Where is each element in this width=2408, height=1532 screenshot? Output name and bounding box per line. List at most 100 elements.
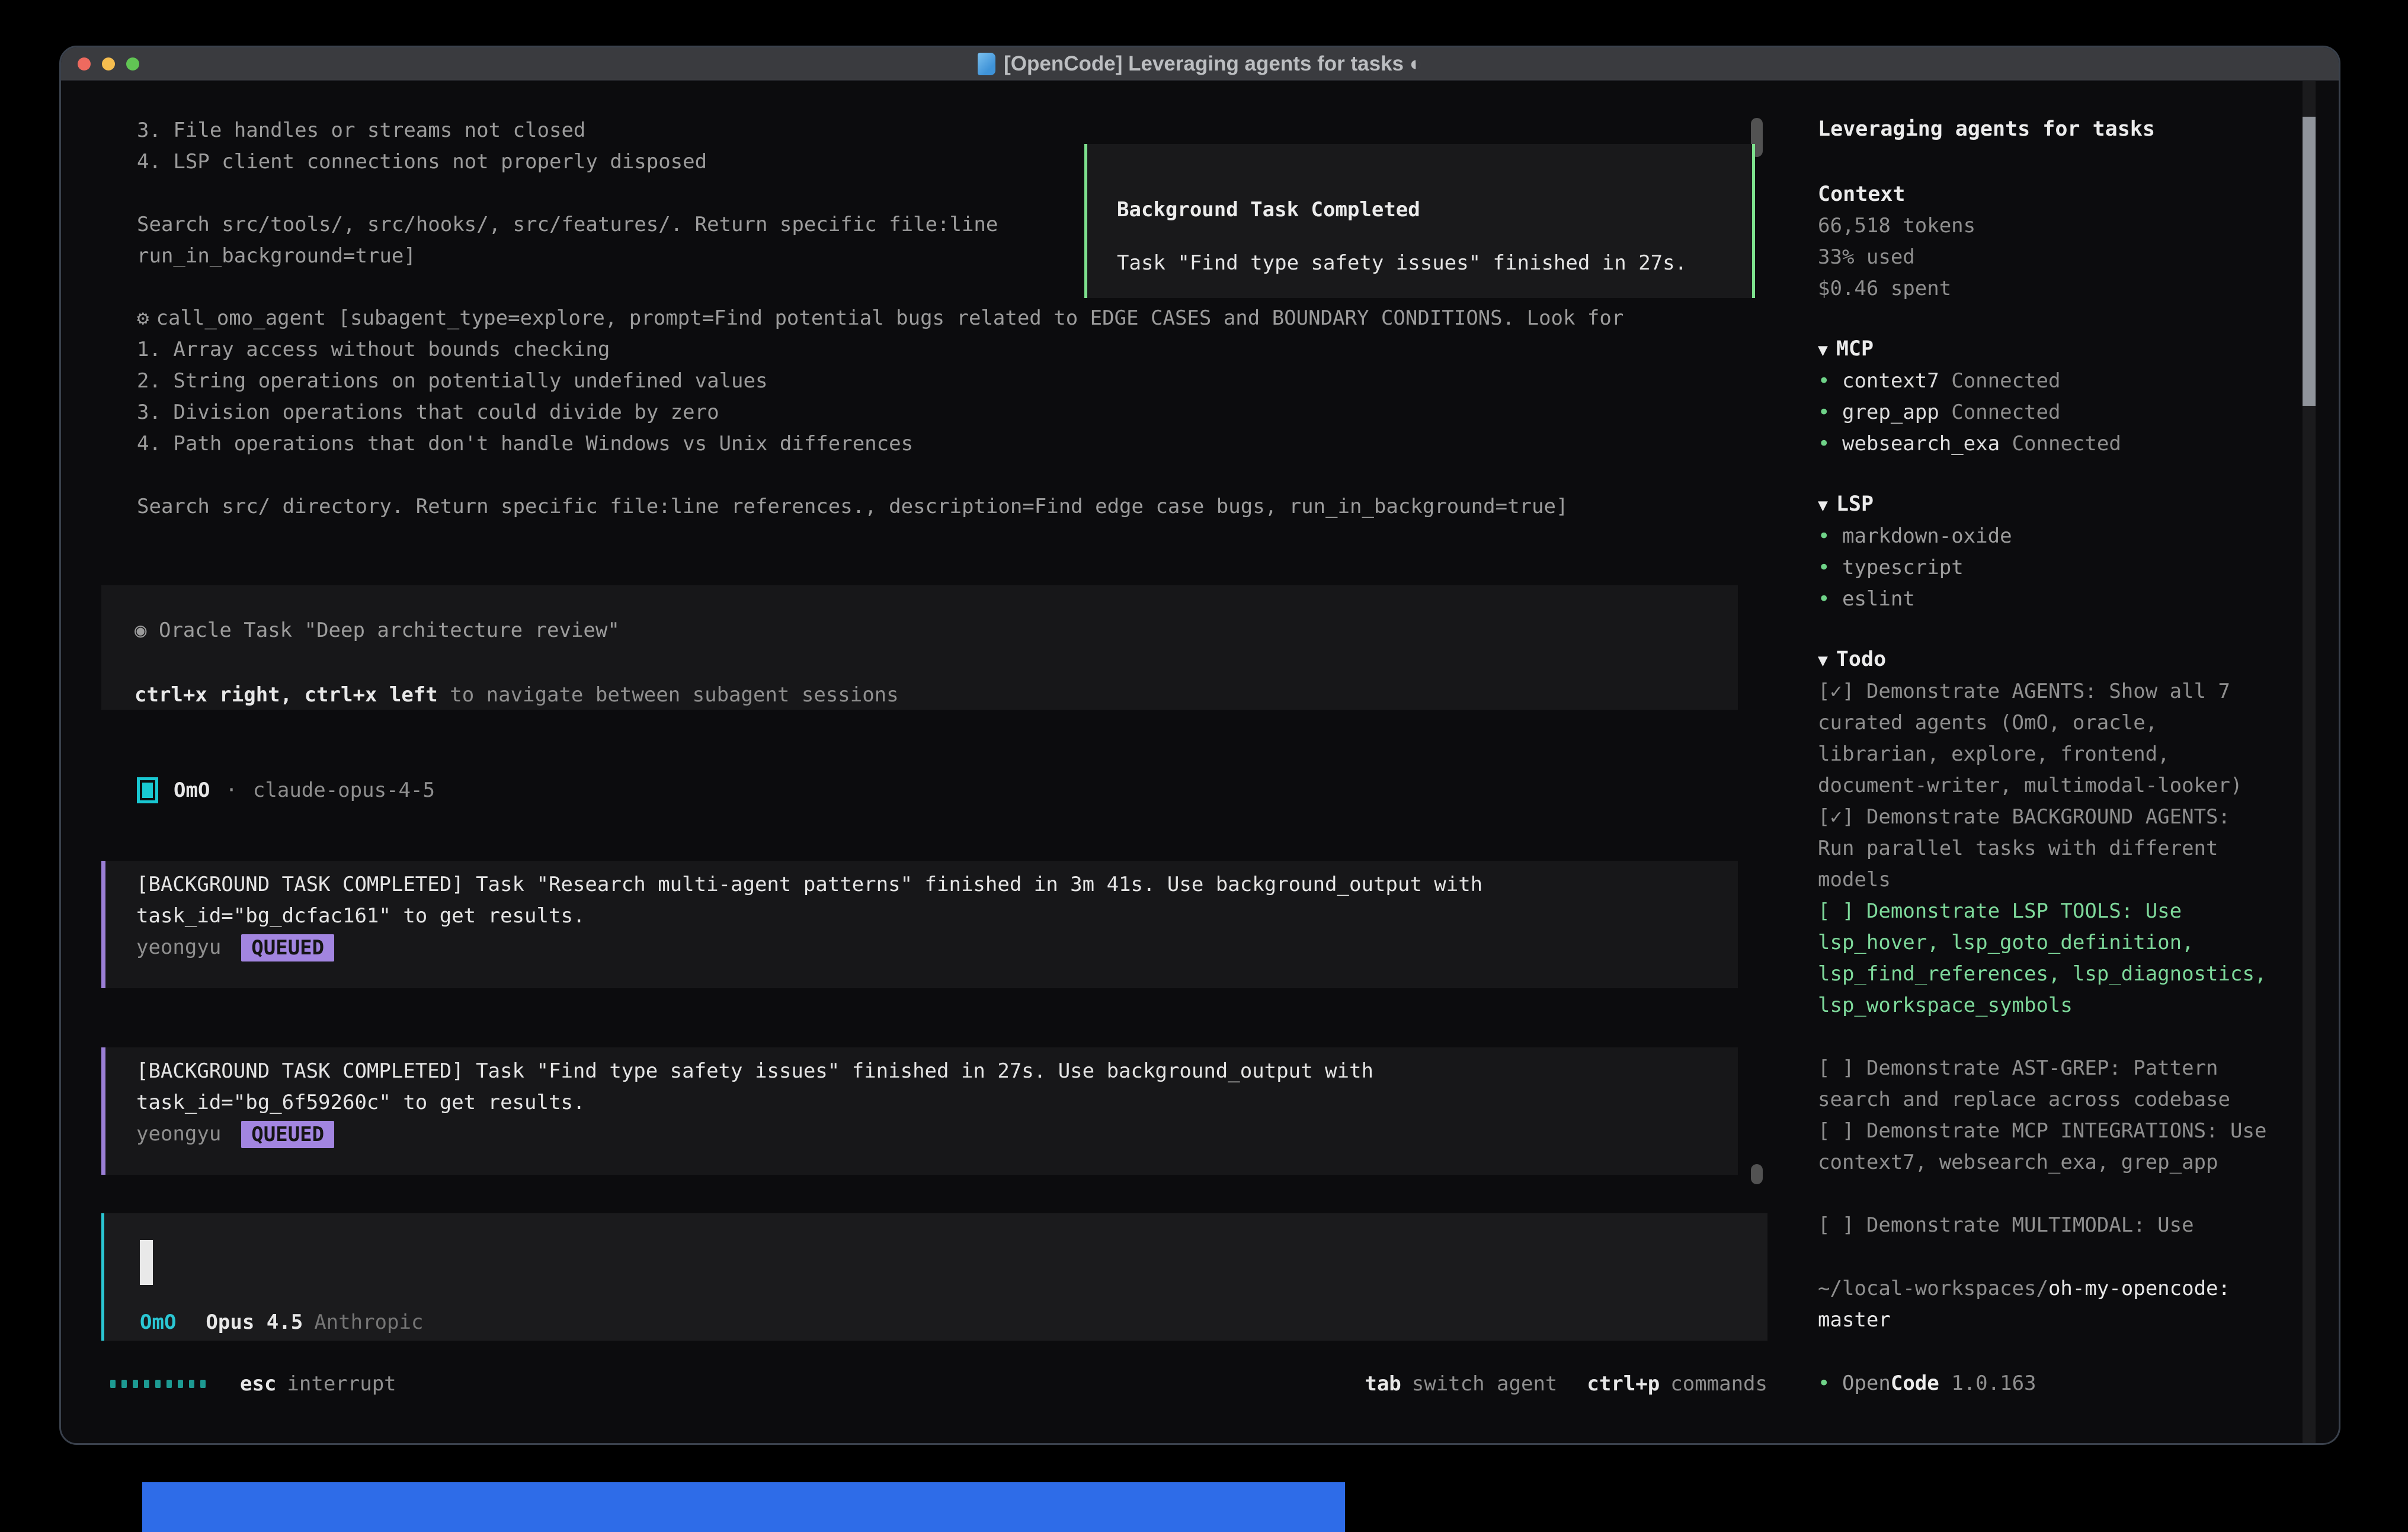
todo-text: Demonstrate BACKGROUND AGENTS: Run paral… bbox=[1818, 805, 2230, 892]
mcp-section-header[interactable]: ▼MCP bbox=[1818, 334, 2340, 366]
context-stat-line: 66,518 tokens bbox=[1818, 210, 2340, 242]
input-provider-label: Anthropic bbox=[314, 1310, 423, 1334]
subagent-navigation-hint: ctrl+x right, ctrl+x left to navigate be… bbox=[135, 680, 1705, 711]
terminal-line: 1. Array access without bounds checking bbox=[137, 334, 1624, 366]
spinner-dots-icon bbox=[110, 1380, 206, 1388]
titlebar[interactable]: [OpenCode] Leveraging agents for tasks ◐ bbox=[61, 47, 2339, 81]
status-right: tabswitch agent ctrl+pcommands bbox=[1365, 1372, 1767, 1396]
status-dot-icon: • bbox=[1818, 524, 1830, 548]
workspace-path: ~/local-workspaces/oh-my-opencode: maste… bbox=[1818, 1273, 2275, 1336]
todo-text: Demonstrate MULTIMODAL: Use bbox=[1866, 1213, 2194, 1237]
todo-checkbox: [ ] bbox=[1818, 899, 1854, 923]
queued-status-badge: QUEUED bbox=[241, 934, 334, 961]
terminal-line: Search src/tools/, src/hooks/, src/featu… bbox=[137, 209, 998, 241]
oracle-task-title: ◉ Oracle Task "Deep architecture review" bbox=[135, 615, 1705, 646]
status-left: esc interrupt bbox=[101, 1372, 396, 1396]
agent-name: OmO bbox=[174, 778, 210, 802]
mcp-list: • context7 Connected• grep_app Connected… bbox=[1818, 366, 2340, 460]
document-icon bbox=[978, 53, 995, 75]
status-bar: esc interrupt tabswitch agent ctrl+pcomm… bbox=[101, 1368, 1767, 1399]
minimize-window-button[interactable] bbox=[102, 57, 115, 70]
traffic-lights bbox=[78, 47, 139, 80]
mcp-item: • websearch_exa Connected bbox=[1818, 428, 2340, 460]
background-task-notification: Background Task Completed Task "Find typ… bbox=[1084, 144, 1755, 298]
separator-dot: · bbox=[225, 778, 237, 802]
agent-model: claude-opus-4-5 bbox=[253, 778, 435, 802]
chevron-down-icon: ▼ bbox=[1818, 495, 1828, 515]
tab-key-label: switch agent bbox=[1412, 1372, 1558, 1396]
todo-text: Demonstrate MCP INTEGRATIONS: Use contex… bbox=[1818, 1119, 2266, 1174]
todo-section-header[interactable]: ▼Todo bbox=[1818, 644, 2340, 676]
todo-checkbox: [ ] bbox=[1818, 1056, 1854, 1080]
status-dot-icon: • bbox=[1818, 369, 1830, 393]
terminal-line: Search src/ directory. Return specific f… bbox=[137, 491, 1624, 523]
todo-checkbox: [ ] bbox=[1818, 1213, 1854, 1237]
notification-title: Background Task Completed bbox=[1117, 194, 1722, 226]
terminal-line: 3. File handles or streams not closed bbox=[137, 115, 998, 146]
context-header: Context bbox=[1818, 179, 2340, 210]
input-model-label: Opus 4.5 bbox=[206, 1310, 303, 1334]
task-message-line1: [BACKGROUND TASK COMPLETED] Task "Resear… bbox=[136, 869, 1738, 900]
todo-checkbox: [✓] bbox=[1818, 680, 1854, 703]
agent-session-header: OmO · claude-opus-4-5 bbox=[137, 774, 435, 806]
task-message-meta: yeongyu QUEUED bbox=[136, 932, 1738, 963]
chevron-down-icon: ▼ bbox=[1818, 650, 1828, 670]
task-message-line2: task_id="bg_dcfac161" to get results. bbox=[136, 900, 1738, 932]
status-dot-icon: • bbox=[1818, 400, 1830, 424]
background-task-message: [BACKGROUND TASK COMPLETED] Task "Find t… bbox=[101, 1047, 1738, 1175]
todo-item: [ ] Demonstrate LSP TOOLS: Use lsp_hover… bbox=[1818, 896, 2275, 1021]
todo-item: [✓] Demonstrate BACKGROUND AGENTS: Run p… bbox=[1818, 802, 2275, 896]
window-content: 3. File handles or streams not closed4. … bbox=[61, 81, 2339, 1444]
background-task-messages: [BACKGROUND TASK COMPLETED] Task "Resear… bbox=[101, 861, 1738, 1234]
terminal-line bbox=[137, 460, 1624, 491]
tab-key-hint: tab bbox=[1365, 1372, 1401, 1396]
queued-status-badge: QUEUED bbox=[241, 1121, 334, 1148]
chevron-down-icon: ▼ bbox=[1818, 340, 1828, 360]
notification-body: Task "Find type safety issues" finished … bbox=[1117, 248, 1722, 279]
lsp-item: • eslint bbox=[1818, 584, 2340, 615]
todo-text: Demonstrate LSP TOOLS: Use lsp_hover, ls… bbox=[1818, 899, 2266, 1017]
todo-checkbox: [ ] bbox=[1818, 1119, 1854, 1143]
status-dot-icon: • bbox=[1818, 1371, 1830, 1395]
git-branch: master bbox=[1818, 1308, 1891, 1332]
todo-text: Demonstrate AST-GREP: Pattern search and… bbox=[1818, 1056, 2230, 1111]
ctrl-p-key-label: commands bbox=[1670, 1372, 1767, 1396]
zoom-window-button[interactable] bbox=[126, 57, 139, 70]
app-version: • OpenCode 1.0.163 bbox=[1818, 1368, 2340, 1399]
tool-call-text: call_omo_agent [subagent_type=explore, p… bbox=[156, 306, 1624, 330]
scrollback-text: 3. File handles or streams not closed4. … bbox=[137, 115, 998, 272]
oracle-task-panel: ◉ Oracle Task "Deep architecture review"… bbox=[101, 585, 1738, 710]
esc-key-hint: esc bbox=[240, 1372, 276, 1396]
status-dot-icon: • bbox=[1818, 587, 1830, 611]
lsp-section-header[interactable]: ▼LSP bbox=[1818, 489, 2340, 521]
terminal-line: 2. String operations on potentially unde… bbox=[137, 366, 1624, 397]
mcp-item: • grep_app Connected bbox=[1818, 397, 2340, 428]
task-message-line2: task_id="bg_6f59260c" to get results. bbox=[136, 1087, 1738, 1118]
tool-call-line: ⚙ call_omo_agent [subagent_type=explore, … bbox=[137, 303, 1624, 334]
context-stat-line: 33% used bbox=[1818, 242, 2340, 273]
main-scrollbar-thumb-bottom[interactable] bbox=[1751, 1164, 1763, 1184]
esc-key-label: interrupt bbox=[287, 1372, 396, 1396]
lsp-list: • markdown-oxide• typescript• eslint bbox=[1818, 521, 2340, 615]
close-window-button[interactable] bbox=[78, 57, 91, 70]
gear-icon: ⚙ bbox=[137, 306, 149, 330]
terminal-line: 4. Path operations that don't handle Win… bbox=[137, 428, 1624, 460]
background-task-message: [BACKGROUND TASK COMPLETED] Task "Resear… bbox=[101, 861, 1738, 988]
task-message-line1: [BACKGROUND TASK COMPLETED] Task "Find t… bbox=[136, 1056, 1738, 1087]
app-window: [OpenCode] Leveraging agents for tasks ◐… bbox=[59, 46, 2340, 1445]
prompt-input[interactable]: OmOOpus 4.5Anthropic bbox=[101, 1213, 1767, 1341]
terminal-line: run_in_background=true] bbox=[137, 241, 998, 272]
task-user: yeongyu bbox=[136, 932, 221, 963]
todo-checkbox: [✓] bbox=[1818, 805, 1854, 829]
context-stat-line: $0.46 spent bbox=[1818, 273, 2340, 305]
sidebar-scrollbar-thumb[interactable] bbox=[2303, 117, 2316, 406]
lsp-item: • markdown-oxide bbox=[1818, 521, 2340, 552]
task-user: yeongyu bbox=[136, 1118, 221, 1150]
todo-item: [ ] Demonstrate AST-GREP: Pattern search… bbox=[1818, 1053, 2275, 1116]
terminal-line: 4. LSP client connections not properly d… bbox=[137, 146, 998, 178]
terminal-main-pane[interactable]: 3. File handles or streams not closed4. … bbox=[61, 81, 1794, 1444]
todo-item: [ ] Demonstrate MULTIMODAL: Use bbox=[1818, 1210, 2275, 1241]
terminal-line bbox=[137, 178, 998, 209]
window-title-group: [OpenCode] Leveraging agents for tasks ◐ bbox=[978, 52, 1422, 76]
todo-list: [✓] Demonstrate AGENTS: Show all 7 curat… bbox=[1818, 676, 2340, 1241]
